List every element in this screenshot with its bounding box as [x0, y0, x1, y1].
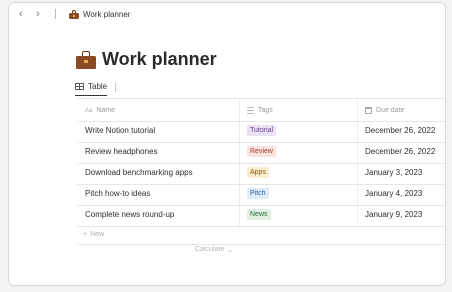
column-header-tags[interactable]: Tags — [247, 107, 273, 114]
app-window: ‹ › Work planner Work planner Table Aa N… — [8, 2, 446, 286]
column-label: Tags — [258, 107, 273, 114]
view-tabs: Table — [75, 82, 117, 96]
row-name[interactable]: Pitch how-to ideas — [85, 189, 150, 198]
table-row[interactable]: Pitch how-to ideas Pitch January 4, 2023 — [77, 184, 445, 204]
row-due-date[interactable]: January 9, 2023 — [365, 210, 422, 219]
row-name[interactable]: Download benchmarking apps — [85, 168, 193, 177]
column-label: Due date — [376, 107, 405, 114]
column-label: Name — [96, 107, 116, 114]
tag-badge[interactable]: Apps — [247, 167, 269, 178]
plus-icon: + — [83, 231, 88, 238]
top-bar: ‹ › Work planner — [9, 3, 445, 27]
calculate-label: Calculate — [195, 246, 225, 253]
calendar-icon — [365, 107, 372, 114]
row-name[interactable]: Complete news round-up — [85, 210, 174, 219]
divider — [77, 226, 445, 227]
briefcase-icon — [69, 10, 79, 19]
tag-badge[interactable]: News — [247, 209, 271, 220]
table-row[interactable]: Download benchmarking apps Apps January … — [77, 163, 445, 183]
tab-label: Table — [88, 82, 108, 91]
row-name[interactable]: Review headphones — [85, 147, 158, 156]
row-due-date[interactable]: December 26, 2022 — [365, 147, 435, 156]
breadcrumb[interactable]: Work planner — [69, 10, 130, 19]
table-row[interactable]: Complete news round-up News January 9, 2… — [77, 205, 445, 225]
chevron-down-icon: ⌄ — [227, 247, 234, 254]
chevron-left-icon[interactable]: ‹ — [19, 8, 23, 20]
row-name[interactable]: Write Notion tutorial — [85, 126, 155, 135]
new-row-button[interactable]: + New — [83, 231, 104, 238]
page-title-text[interactable]: Work planner — [102, 49, 217, 70]
column-header-due-date[interactable]: Due date — [365, 107, 404, 114]
row-due-date[interactable]: December 26, 2022 — [365, 126, 435, 135]
row-due-date[interactable]: January 4, 2023 — [365, 189, 422, 198]
row-due-date[interactable]: January 3, 2023 — [365, 168, 422, 177]
chevron-right-icon[interactable]: › — [36, 8, 40, 20]
table-row[interactable]: Write Notion tutorial Tutorial December … — [77, 121, 445, 141]
briefcase-icon[interactable] — [76, 50, 96, 69]
divider — [55, 9, 56, 19]
breadcrumb-label: Work planner — [83, 10, 131, 19]
column-header-name[interactable]: Aa Name — [85, 107, 115, 114]
table-row[interactable]: Review headphones Review December 26, 20… — [77, 142, 445, 162]
page-title: Work planner — [76, 49, 217, 70]
tag-badge[interactable]: Pitch — [247, 188, 269, 199]
list-icon — [247, 107, 254, 114]
text-icon: Aa — [85, 107, 93, 114]
divider — [77, 244, 445, 245]
tag-badge[interactable]: Review — [247, 146, 276, 157]
tab-table[interactable]: Table — [75, 82, 108, 96]
divider — [115, 82, 117, 92]
table-icon — [75, 83, 84, 90]
new-row-label: New — [90, 231, 105, 238]
tag-badge[interactable]: Tutorial — [247, 125, 277, 136]
calculate-button[interactable]: Calculate ⌄ — [195, 246, 233, 254]
divider — [77, 98, 445, 99]
